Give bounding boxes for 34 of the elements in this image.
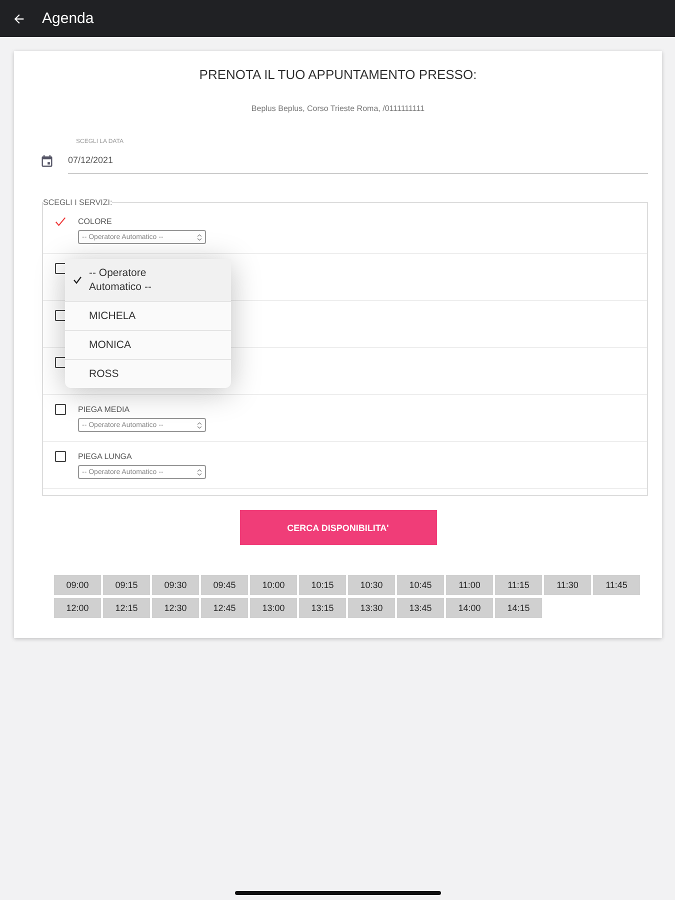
time-slot[interactable]: 13:45 (397, 598, 444, 618)
menu-item[interactable]: ROSS (65, 360, 231, 388)
heading: PRENOTA IL TUO APPUNTAMENTO PRESSO: (198, 67, 478, 82)
address-text: Beplus Beplus, Corso Trieste Roma, /0111111111 (250, 104, 426, 113)
time-slot[interactable]: 09:45 (201, 575, 248, 595)
time-slot[interactable]: 10:00 (250, 575, 297, 595)
time-slot[interactable]: 12:15 (103, 598, 150, 618)
menu-item[interactable]: MONICA (65, 331, 231, 360)
time-slot[interactable]: 11:00 (446, 575, 493, 595)
time-slot[interactable]: 13:00 (250, 598, 297, 618)
menu-item[interactable]: -- Operatore Automatico -- (65, 259, 231, 302)
service-name: COLORE (78, 217, 113, 227)
time-slot[interactable]: 10:30 (348, 575, 395, 595)
services-legend: SCEGLI I SERVIZI: (43, 198, 112, 207)
time-slot[interactable]: 14:00 (446, 598, 493, 618)
time-slot[interactable]: 11:30 (544, 575, 591, 595)
service-name: PIEGA LUNGA (78, 452, 133, 462)
time-slot[interactable]: 12:30 (152, 598, 199, 618)
app-bar-title: Agenda (42, 10, 94, 27)
time-slot[interactable]: 10:45 (397, 575, 444, 595)
menu-item[interactable]: MICHELA (65, 302, 231, 331)
service-name: PIEGA MEDIA (78, 405, 131, 415)
time-slot[interactable]: 13:15 (299, 598, 346, 618)
time-slot[interactable]: 12:45 (201, 598, 248, 618)
time-slot[interactable]: 11:15 (495, 575, 542, 595)
time-slot[interactable]: 10:15 (299, 575, 346, 595)
time-slot[interactable]: 14:15 (495, 598, 542, 618)
time-slot[interactable]: 13:30 (348, 598, 395, 618)
search-availability-button[interactable]: CERCA DISPONIBILITA' (240, 510, 436, 545)
time-slot[interactable]: 09:15 (103, 575, 150, 595)
time-slot[interactable]: 11:45 (593, 575, 640, 595)
time-slot[interactable]: 09:00 (54, 575, 101, 595)
time-slot[interactable]: 12:00 (54, 598, 101, 618)
time-slot[interactable]: 09:30 (152, 575, 199, 595)
